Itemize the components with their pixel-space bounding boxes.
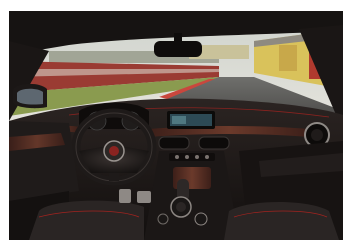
photo-frame (0, 0, 352, 242)
side-mirror (13, 83, 47, 109)
infotainment-screen (167, 111, 215, 129)
car-interior-photo (9, 11, 343, 240)
center-console (144, 151, 239, 240)
